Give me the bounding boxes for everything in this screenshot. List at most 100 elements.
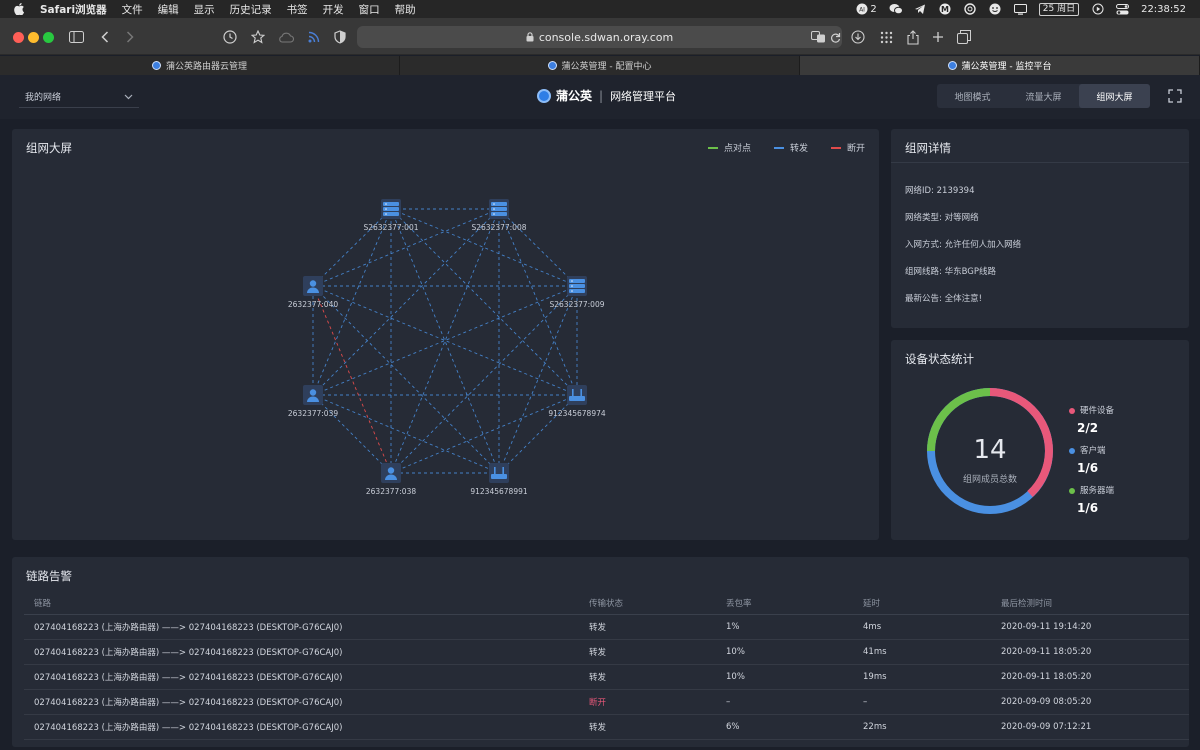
table-row: 027404168223 (上海办路由器) ——> 027404168223 (… xyxy=(24,714,1189,740)
total-members-value: 14 xyxy=(973,435,1007,465)
fullscreen-icon[interactable] xyxy=(1168,89,1182,103)
back-icon[interactable] xyxy=(97,29,113,45)
reload-icon[interactable] xyxy=(827,29,843,45)
menu-bookmarks[interactable]: 书签 xyxy=(287,2,308,17)
cell-latency: 4ms xyxy=(853,614,991,640)
tab-monitor-platform[interactable]: 蒲公英管理 - 监控平台 xyxy=(800,56,1200,75)
browser-tab-bar: 蒲公英路由器云管理 蒲公英管理 - 配置中心 蒲公英管理 - 监控平台 xyxy=(0,56,1200,75)
user-icon[interactable] xyxy=(303,385,323,405)
link-alerts-panel: 链路告警 链路 传输状态 丢包率 延时 最后检测时间 027404168223 … xyxy=(12,557,1189,747)
telegram-icon[interactable] xyxy=(914,3,927,16)
cell-loss: 10% xyxy=(716,664,853,690)
link-relay xyxy=(312,285,500,474)
node-label: 2632377:038 xyxy=(365,487,417,496)
control-center-icon[interactable] xyxy=(1116,3,1130,16)
svg-text:M: M xyxy=(941,5,949,14)
link-relay xyxy=(312,394,500,474)
user-icon[interactable] xyxy=(303,276,323,296)
link-relay xyxy=(390,285,578,474)
cell-latency: 19ms xyxy=(853,664,991,690)
face-icon[interactable] xyxy=(989,3,1002,16)
link-relay xyxy=(312,394,392,474)
openai-icon[interactable] xyxy=(964,3,977,16)
cell-time: 2020-09-11 19:14:20 xyxy=(991,614,1189,640)
user-icon[interactable] xyxy=(381,463,401,483)
router-icon[interactable] xyxy=(489,463,509,483)
macos-menubar: Safari浏览器 文件 编辑 显示 历史记录 书签 开发 窗口 帮助 AI 2 … xyxy=(0,0,1200,18)
detail-join-method: 入网方式: 允许任何人加入网络 xyxy=(905,240,1022,250)
cell-time: 2020-09-09 07:12:21 xyxy=(991,714,1189,740)
node-label: 912345678991 xyxy=(470,487,528,496)
router-icon[interactable] xyxy=(567,385,587,405)
chevron-down-icon xyxy=(124,94,133,99)
menu-view[interactable]: 显示 xyxy=(194,2,215,17)
menu-history[interactable]: 历史记录 xyxy=(230,2,272,17)
apple-menu-icon[interactable] xyxy=(14,3,28,15)
wechat-icon[interactable] xyxy=(889,3,902,16)
zoom-window-button[interactable] xyxy=(43,32,54,43)
app-badge-icon[interactable]: AI 2 xyxy=(856,3,877,16)
server-icon[interactable] xyxy=(567,276,587,296)
menu-window[interactable]: 窗口 xyxy=(359,2,380,17)
cell-loss: – xyxy=(716,689,853,715)
link-relay xyxy=(312,208,500,287)
close-window-button[interactable] xyxy=(13,32,24,43)
history-icon[interactable] xyxy=(222,29,238,45)
cell-loss: 6% xyxy=(716,714,853,740)
privacy-shield-icon[interactable] xyxy=(332,29,348,45)
mode-traffic-button[interactable]: 流量大屏 xyxy=(1008,84,1079,108)
detail-network-id: 网络ID: 2139394 xyxy=(905,186,975,196)
tab-router-cloud[interactable]: 蒲公英路由器云管理 xyxy=(0,56,400,75)
menu-help[interactable]: 帮助 xyxy=(395,2,416,17)
minimize-window-button[interactable] xyxy=(28,32,39,43)
bookmark-star-icon[interactable] xyxy=(250,29,266,45)
sidebar-toggle-icon[interactable] xyxy=(68,29,84,45)
tab-overview-icon[interactable] xyxy=(956,29,972,45)
downloads-icon[interactable] xyxy=(850,29,866,45)
cell-link: 027404168223 (上海办路由器) ——> 027404168223 (… xyxy=(24,689,579,715)
details-title: 组网详情 xyxy=(905,141,951,155)
tab-config-center[interactable]: 蒲公英管理 - 配置中心 xyxy=(400,56,800,75)
brand-name: 蒲公英 xyxy=(556,89,593,103)
rss-icon[interactable] xyxy=(306,29,322,45)
node-label: S2632377:008 xyxy=(471,223,527,232)
grid-icon[interactable] xyxy=(878,29,894,45)
link-relay xyxy=(498,394,578,474)
menu-edit[interactable]: 编辑 xyxy=(158,2,179,17)
col-last-check: 最后检测时间 xyxy=(991,593,1189,615)
forward-icon[interactable] xyxy=(122,29,138,45)
mmenu-icon[interactable]: M xyxy=(939,3,952,16)
alerts-title: 链路告警 xyxy=(26,569,72,583)
browser-toolbar: console.sdwan.oray.com xyxy=(0,18,1200,55)
stat-server: 服务器端 1/6 xyxy=(1069,484,1114,515)
cell-time: 2020-09-11 18:05:20 xyxy=(991,664,1189,690)
table-row: 027404168223 (上海办路由器) ——> 027404168223 (… xyxy=(24,614,1189,640)
url-text: console.sdwan.oray.com xyxy=(538,30,674,44)
menu-app-name[interactable]: Safari浏览器 xyxy=(40,2,107,17)
translate-icon[interactable] xyxy=(810,29,826,45)
cell-loss: 1% xyxy=(716,614,853,640)
menu-develop[interactable]: 开发 xyxy=(323,2,344,17)
new-tab-icon[interactable] xyxy=(930,29,946,45)
stat-client: 客户端 1/6 xyxy=(1069,444,1106,475)
brand-logo: 蒲公英 | 网络管理平台 xyxy=(537,87,676,104)
mode-network-button[interactable]: 组网大屏 xyxy=(1079,84,1150,108)
share-icon[interactable] xyxy=(905,29,921,45)
menubar-status-area: AI 2 M 25 周日 22:38:52 xyxy=(856,0,1186,18)
mode-map-button[interactable]: 地图模式 xyxy=(937,84,1008,108)
tab-title: 蒲公英路由器云管理 xyxy=(165,62,247,72)
oray-favicon-icon xyxy=(547,61,557,70)
pgy-logo-icon xyxy=(537,88,551,103)
play-icon[interactable] xyxy=(1091,3,1104,16)
date-chip[interactable]: 25 周日 xyxy=(1038,2,1080,16)
menubar-clock: 22:38:52 xyxy=(1141,3,1186,15)
icloud-icon[interactable] xyxy=(278,29,294,45)
node-label: 2632377:040 xyxy=(287,300,339,309)
display-icon[interactable] xyxy=(1013,3,1027,16)
menu-file[interactable]: 文件 xyxy=(122,2,143,17)
server-icon[interactable] xyxy=(489,199,509,219)
link-relay xyxy=(498,208,578,287)
server-icon[interactable] xyxy=(381,199,401,219)
address-bar[interactable]: console.sdwan.oray.com xyxy=(357,26,842,48)
network-select[interactable]: 我的网络 xyxy=(19,86,139,108)
